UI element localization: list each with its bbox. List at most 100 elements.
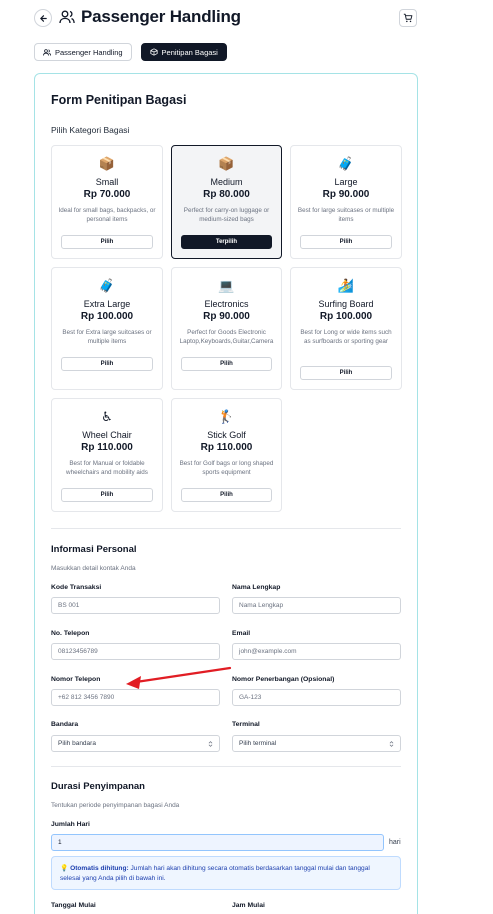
lightbulb-icon: 💡 [60,865,69,872]
terminal-value: Pilih terminal [239,740,277,747]
bag-description: Perfect for carry-on luggage or medium-s… [183,207,270,223]
package-icon: 📦 [98,156,116,171]
penerbangan-label: Nomor Penerbangan (Opsional) [232,676,335,683]
nama-lengkap-input[interactable]: Nama Lengkap [232,597,401,614]
bag-option-wheel-chair[interactable]: ♿ Wheel Chair Rp 110.000 Best for Manual… [51,398,163,512]
page-title-wrap: Passenger Handling [59,7,241,27]
start-time-label: Jam Mulai [232,902,265,909]
bag-option-extra-large[interactable]: 🧳 Extra Large Rp 100.000 Best for Extra … [51,267,163,390]
pick-button[interactable]: Pilih [61,488,153,502]
cart-icon [403,13,413,23]
days-unit: hari [389,839,401,846]
bandara-value: Pilih bandara [58,740,96,747]
pick-button[interactable]: Pilih [300,366,392,380]
users-icon [43,48,51,56]
bag-description: Best for Manual or foldable wheelchairs … [66,460,148,476]
back-button[interactable] [34,9,52,27]
nomor-telepon-input[interactable]: +62 812 3456 7890 [51,689,220,706]
bag-price: Rp 100.000 [80,311,134,322]
section-divider [51,766,401,767]
tab-label: Penitipan Bagasi [161,47,218,57]
suitcase-icon: 🧳 [98,278,116,293]
bag-name: Medium [210,177,243,187]
form-card: Form Penitipan Bagasi Pilih Kategori Bag… [34,73,418,914]
bag-price: Rp 80.000 [203,189,250,200]
nama-label: Nama Lengkap [232,584,281,591]
cart-button[interactable] [399,9,417,27]
bag-name: Surfing Board [318,299,374,309]
laptop-icon: 💻 [218,278,235,293]
bag-description: Perfect for Goods Electronic Laptop,Keyb… [179,329,274,345]
terminal-label: Terminal [232,721,260,728]
duration-heading: Durasi Penyimpanan [51,781,145,792]
telepon-label: No. Telepon [51,630,90,637]
info-bold: Otomatis dihitung: [70,865,129,872]
nomor-penerbangan-input[interactable]: GA-123 [232,689,401,706]
bag-option-large[interactable]: 🧳 Large Rp 90.000 Best for large suitcas… [290,145,402,259]
pick-button[interactable]: Pilih [181,488,272,502]
bag-description: Best for Long or wide items such as surf… [300,329,392,345]
nomor-telepon-label: Nomor Telepon [51,676,101,683]
wheelchair-icon: ♿ [101,409,113,424]
selected-button[interactable]: Terpilih [181,235,272,249]
box-icon [149,48,158,56]
bag-name: Stick Golf [207,430,246,440]
page-title: Passenger Handling [81,7,241,26]
users-icon [59,10,75,24]
jumlah-hari-label: Jumlah Hari [51,821,90,828]
bag-name: Electronics [204,299,249,309]
chevron-up-down-icon [208,740,213,747]
form-title: Form Penitipan Bagasi [51,93,187,107]
pick-button[interactable]: Pilih [181,357,272,371]
bag-price: Rp 110.000 [200,442,253,453]
bandara-label: Bandara [51,721,79,728]
pick-button[interactable]: Pilih [61,357,153,371]
bag-price: Rp 90.000 [203,311,250,322]
kode-transaksi-input[interactable]: BS 001 [51,597,220,614]
chevron-up-down-icon [389,740,394,747]
bag-option-small[interactable]: 📦 Small Rp 70.000 Ideal for small bags, … [51,145,163,259]
jumlah-hari-input[interactable]: 1 [51,834,384,851]
bag-price: Rp 70.000 [83,189,131,200]
email-input[interactable]: john@example.com [232,643,401,660]
section-divider [51,528,401,529]
terminal-select[interactable]: Pilih terminal [232,735,401,752]
auto-calc-info: 💡 Otomatis dihitung: Jumlah hari akan di… [51,856,401,890]
bag-name: Large [334,177,358,187]
bag-description: Ideal for small bags, backpacks, or pers… [58,207,156,223]
bag-name: Small [95,177,119,187]
arrow-left-icon [39,14,47,22]
bag-name: Extra Large [83,299,131,309]
bag-option-electronics[interactable]: 💻 Electronics Rp 90.000 Perfect for Good… [171,267,282,390]
no-telepon-input[interactable]: 08123456789 [51,643,220,660]
personal-heading: Informasi Personal [51,544,137,555]
bag-description: Best for Extra large suitcases or multip… [62,329,152,345]
pick-button[interactable]: Pilih [300,235,392,249]
suitcase-icon: 🧳 [337,156,355,171]
tab-penitipan-bagasi[interactable]: Penitipan Bagasi [140,43,227,61]
bag-description: Best for large suitcases or multiple ite… [297,207,395,223]
golfer-icon: 🏌 [218,409,235,424]
bag-option-stick-golf[interactable]: 🏌 Stick Golf Rp 110.000 Best for Golf ba… [171,398,282,512]
category-heading: Pilih Kategori Bagasi [51,125,130,135]
start-date-label: Tanggal Mulai [51,902,96,909]
tab-label: Passenger Handling [55,47,123,57]
tab-passenger-handling[interactable]: Passenger Handling [34,43,132,61]
tab-bar: Passenger Handling Penitipan Bagasi [34,43,227,61]
package-icon: 📦 [218,156,235,171]
pick-button[interactable]: Pilih [61,235,153,249]
kode-label: Kode Transaksi [51,584,102,591]
bag-option-surfing-board[interactable]: 🏄 Surfing Board Rp 100.000 Best for Long… [290,267,402,390]
bandara-select[interactable]: Pilih bandara [51,735,220,752]
bag-name: Wheel Chair [82,430,132,440]
bag-price: Rp 100.000 [319,311,373,322]
top-bar: Passenger Handling [0,0,493,38]
bag-description: Best for Golf bags or long shaped sports… [179,460,274,476]
bag-option-medium[interactable]: 📦 Medium Rp 80.000 Perfect for carry-on … [171,145,282,259]
bag-price: Rp 90.000 [322,189,370,200]
bag-price: Rp 110.000 [81,442,133,453]
surfer-icon: 🏄 [337,278,355,293]
personal-subheading: Masukkan detail kontak Anda [51,565,136,572]
duration-subheading: Tentukan periode penyimpanan bagasi Anda [51,802,180,809]
email-label: Email [232,630,251,637]
